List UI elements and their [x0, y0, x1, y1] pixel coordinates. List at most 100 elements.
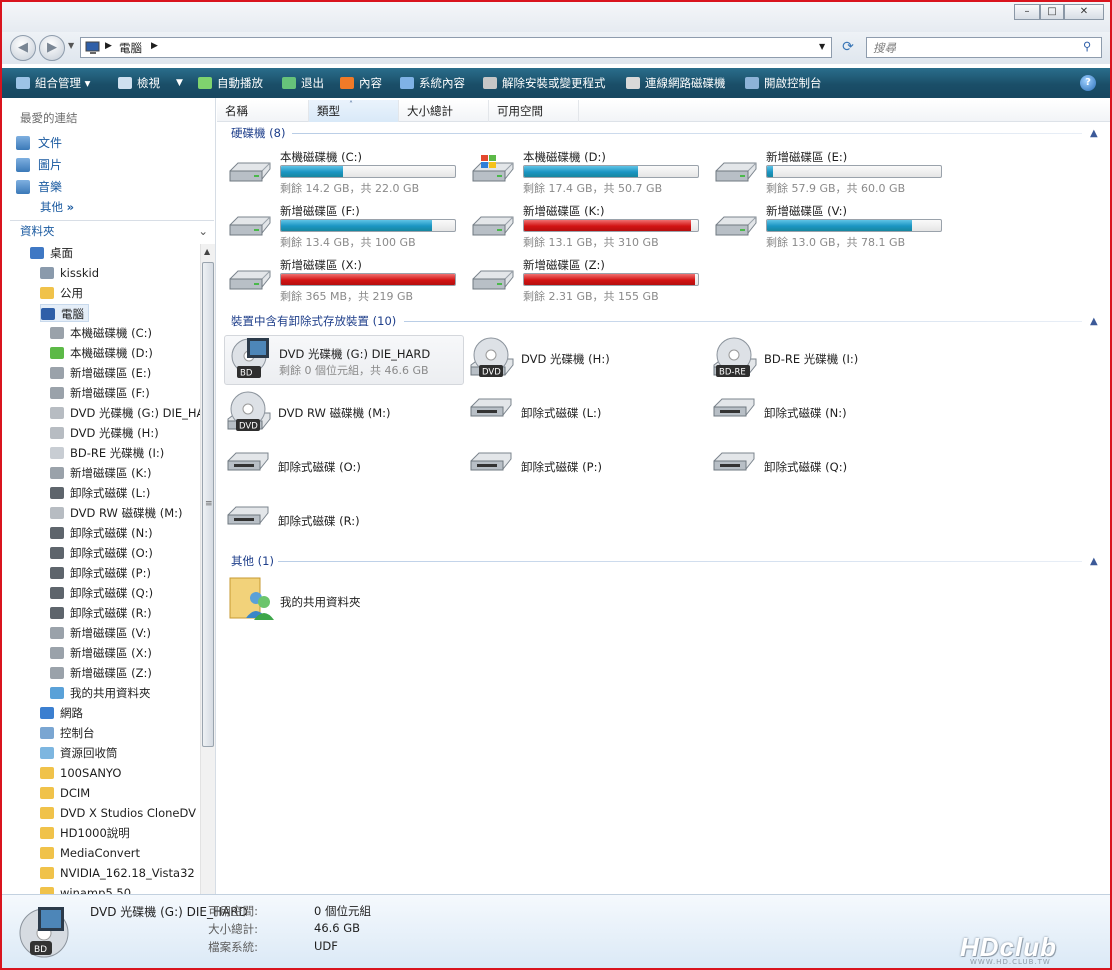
group-removable[interactable]: 裝置中含有卸除式存放裝置 (10) — [231, 313, 396, 329]
tree-item[interactable]: winamp5.50 — [40, 884, 131, 894]
address-bar[interactable]: ▶ 電腦 ▶ ▼ — [80, 37, 832, 58]
search-input[interactable]: 搜尋 ⚲ — [866, 37, 1102, 58]
drive-item[interactable]: 新增磁碟區 (Z:) 剩餘 2.31 GB，共 155 GB — [469, 257, 709, 307]
tree-scrollbar[interactable]: ▲ ≡ ▼ — [200, 244, 215, 894]
column-name[interactable]: 名稱 — [217, 100, 309, 122]
group-hard-drives[interactable]: 硬碟機 (8) — [231, 125, 285, 141]
tree-item[interactable]: 我的共用資料夾 — [50, 684, 151, 702]
help-icon[interactable]: ? — [1080, 75, 1096, 91]
drive-item[interactable]: 本機磁碟機 (D:) 剩餘 17.4 GB，共 50.7 GB — [469, 149, 709, 199]
tree-item[interactable]: 100SANYO — [40, 764, 121, 782]
tree-item[interactable]: 卸除式磁碟 (O:) — [50, 544, 153, 562]
tree-item[interactable]: 公用 — [40, 284, 83, 302]
favorite-pictures[interactable]: 圖片 — [16, 156, 62, 174]
drive-item[interactable]: 新增磁碟區 (F:) 剩餘 13.4 GB，共 100 GB — [226, 203, 466, 253]
address-dropdown-icon[interactable]: ▼ — [819, 42, 825, 51]
back-button[interactable]: ◀ — [10, 35, 36, 61]
eject-button[interactable]: 退出 — [282, 68, 324, 98]
removable-drive-item[interactable]: 卸除式磁碟 (N:) — [710, 389, 950, 439]
removable-drive-item[interactable]: DVD DVD RW 磁碟機 (M:) — [224, 389, 464, 439]
organize-button[interactable]: 組合管理 ▾ — [16, 68, 90, 98]
tree-item[interactable]: 新增磁碟區 (V:) — [50, 624, 151, 642]
folders-header[interactable]: 資料夾 ⌄ — [10, 220, 214, 240]
tree-item[interactable]: 桌面 — [30, 244, 73, 262]
tree-item[interactable]: HD1000說明 — [40, 824, 130, 842]
tree-item[interactable]: 新增磁碟區 (X:) — [50, 644, 152, 662]
tree-item[interactable]: DVD 光碟機 (H:) — [50, 424, 159, 442]
shared-folder-item[interactable]: 我的共用資料夾 — [226, 574, 466, 624]
tree-item[interactable]: 電腦 — [40, 304, 89, 322]
breadcrumb-arrow-icon[interactable]: ▶ — [151, 41, 158, 51]
tree-item[interactable]: BD-RE 光碟機 (I:) — [50, 444, 164, 462]
favorite-documents[interactable]: 文件 — [16, 134, 62, 152]
search-icon[interactable]: ⚲ — [1083, 39, 1091, 53]
tree-item[interactable]: 卸除式磁碟 (P:) — [50, 564, 151, 582]
breadcrumb-arrow-icon[interactable]: ▶ — [105, 41, 112, 51]
drive-item[interactable]: 新增磁碟區 (V:) 剩餘 13.0 GB，共 78.1 GB — [712, 203, 952, 253]
tree-item[interactable]: DVD X Studios CloneDV — [40, 804, 196, 822]
tree-item[interactable]: 卸除式磁碟 (Q:) — [50, 584, 153, 602]
tree-item[interactable]: 本機磁碟機 (C:) — [50, 324, 152, 342]
tree-item[interactable]: 新增磁碟區 (Z:) — [50, 664, 152, 682]
chevron-down-icon[interactable]: ⌄ — [198, 221, 208, 241]
tree-item[interactable]: 卸除式磁碟 (L:) — [50, 484, 150, 502]
scroll-up-icon[interactable]: ▲ — [204, 247, 210, 256]
breadcrumb-computer[interactable]: 電腦 — [119, 40, 142, 56]
tree-item[interactable]: 網路 — [40, 704, 83, 722]
collapse-group-icon[interactable]: ▲ — [1090, 128, 1098, 139]
tree-item-label: 公用 — [60, 286, 83, 300]
usage-bar — [280, 165, 456, 178]
scrollbar-thumb[interactable]: ≡ — [202, 262, 214, 747]
recent-pages-chevron-icon[interactable]: ▼ — [68, 41, 74, 50]
removable-drive-item[interactable]: 卸除式磁碟 (O:) — [224, 443, 464, 493]
group-other[interactable]: 其他 (1) — [231, 553, 274, 569]
tree-item[interactable]: kisskid — [40, 264, 99, 282]
collapse-group-icon[interactable]: ▲ — [1090, 316, 1098, 327]
removable-drive-item[interactable]: BD-RE BD-RE 光碟機 (I:) — [710, 335, 950, 385]
tree-item[interactable]: MediaConvert — [40, 844, 140, 862]
removable-drive-item[interactable]: 卸除式磁碟 (P:) — [467, 443, 707, 493]
control-panel-button[interactable]: 開啟控制台 — [745, 68, 822, 98]
removable-drive-item[interactable]: 卸除式磁碟 (Q:) — [710, 443, 950, 493]
tree-item[interactable]: DVD 光碟機 (G:) DIE_HA — [50, 404, 204, 422]
column-free-space[interactable]: 可用空間 — [489, 100, 579, 122]
column-type[interactable]: 類型 ˄ — [309, 100, 399, 122]
close-button[interactable]: ✕ — [1064, 4, 1104, 20]
tree-item[interactable]: NVIDIA_162.18_Vista32 — [40, 864, 195, 882]
tree-item[interactable]: DCIM — [40, 784, 90, 802]
collapse-group-icon[interactable]: ▲ — [1090, 556, 1098, 567]
forward-button[interactable]: ▶ — [39, 35, 65, 61]
drive-item[interactable]: 新增磁碟區 (E:) 剩餘 57.9 GB，共 60.0 GB — [712, 149, 952, 199]
autoplay-button[interactable]: 自動播放 — [198, 68, 263, 98]
tree-item[interactable]: 卸除式磁碟 (N:) — [50, 524, 153, 542]
removable-drive-item[interactable]: BD DVD 光碟機 (G:) DIE_HARD 剩餘 0 個位元組，共 46.6 … — [224, 335, 464, 385]
uninstall-button[interactable]: 解除安裝或變更程式 — [483, 68, 606, 98]
tree-item[interactable]: DVD RW 磁碟機 (M:) — [50, 504, 183, 522]
usage-bar — [766, 219, 942, 232]
views-button[interactable]: 檢視 — [118, 68, 160, 98]
drive-item[interactable]: 新增磁碟區 (X:) 剩餘 365 MB，共 219 GB — [226, 257, 466, 307]
tree-item[interactable]: 新增磁碟區 (E:) — [50, 364, 151, 382]
drive-item[interactable]: 新增磁碟區 (K:) 剩餘 13.1 GB，共 310 GB — [469, 203, 709, 253]
favorite-music[interactable]: 音樂 — [16, 178, 62, 196]
tree-item[interactable]: 新增磁碟區 (F:) — [50, 384, 150, 402]
removable-drive-item[interactable]: 卸除式磁碟 (L:) — [467, 389, 707, 439]
tree-item[interactable]: 卸除式磁碟 (R:) — [50, 604, 152, 622]
tree-item[interactable]: 新增磁碟區 (K:) — [50, 464, 152, 482]
drive-item[interactable]: 本機磁碟機 (C:) 剩餘 14.2 GB，共 22.0 GB — [226, 149, 466, 199]
maximize-button[interactable]: □ — [1040, 4, 1064, 20]
column-total-size[interactable]: 大小總計 — [399, 100, 489, 122]
minimize-button[interactable]: – — [1014, 4, 1040, 20]
removable-drive-item[interactable]: DVD DVD 光碟機 (H:) — [467, 335, 707, 385]
map-drive-button[interactable]: 連線網路磁碟機 — [626, 68, 726, 98]
views-dropdown-icon[interactable]: ▼ — [176, 68, 183, 98]
tree-item[interactable]: 資源回收筒 — [40, 744, 118, 762]
tree-item-label: 卸除式磁碟 (Q:) — [70, 586, 154, 600]
tree-item[interactable]: 控制台 — [40, 724, 95, 742]
properties-button[interactable]: 內容 — [340, 68, 382, 98]
refresh-icon[interactable]: ⟳ — [837, 37, 859, 58]
system-properties-button[interactable]: 系統內容 — [400, 68, 465, 98]
tree-item[interactable]: 本機磁碟機 (D:) — [50, 344, 153, 362]
favorites-more[interactable]: 其他 » — [40, 199, 74, 215]
removable-drive-item[interactable]: 卸除式磁碟 (R:) — [224, 497, 464, 547]
